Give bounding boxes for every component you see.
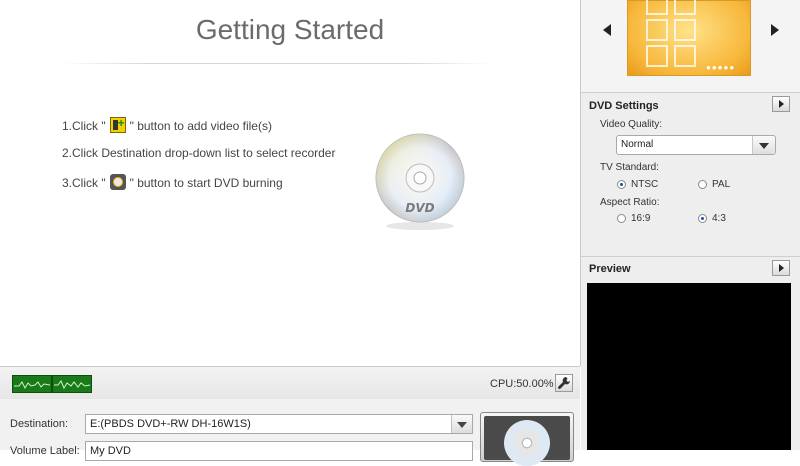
section-divider bbox=[581, 256, 800, 257]
step-1-prefix: 1.Click " bbox=[62, 119, 106, 133]
burn-button[interactable] bbox=[480, 412, 574, 466]
radio-4-3-label: 4:3 bbox=[712, 213, 726, 224]
video-quality-dropdown[interactable]: Normal bbox=[616, 135, 776, 155]
volume-label-label: Volume Label: bbox=[10, 445, 80, 457]
preview-expand-button[interactable] bbox=[772, 260, 790, 276]
preview-screen bbox=[587, 283, 791, 450]
step-2: 2.Click Destination drop-down list to se… bbox=[62, 146, 336, 160]
right-panel: ●●●●● DVD Settings Video Quality: Normal… bbox=[581, 0, 800, 450]
video-quality-label: Video Quality: bbox=[600, 119, 663, 130]
cpu-usage: CPU:50.00% bbox=[490, 378, 554, 390]
burn-disc-icon bbox=[484, 416, 570, 466]
disc-label: DVD bbox=[405, 201, 434, 215]
radio-pal[interactable] bbox=[698, 180, 707, 189]
aspect-ratio-label: Aspect Ratio: bbox=[600, 197, 660, 208]
dvd-settings-expand-button[interactable] bbox=[772, 96, 790, 112]
chevron-down-icon[interactable] bbox=[752, 136, 775, 154]
step-1-suffix: " button to add video file(s) bbox=[129, 119, 272, 133]
page-title: Getting Started bbox=[195, 14, 385, 45]
destination-dropdown[interactable]: E:(PBDS DVD+-RW DH-16W1S) bbox=[85, 414, 473, 434]
radio-ntsc[interactable] bbox=[617, 180, 626, 189]
preview-heading: Preview bbox=[589, 263, 631, 275]
radio-pal-label: PAL bbox=[712, 179, 731, 190]
burn-dvd-icon bbox=[109, 174, 126, 190]
activity-meter-right bbox=[52, 375, 92, 393]
status-bar: CPU:50.00% bbox=[0, 366, 580, 400]
output-settings: Destination: E:(PBDS DVD+-RW DH-16W1S) V… bbox=[0, 399, 580, 466]
destination-value: E:(PBDS DVD+-RW DH-16W1S) bbox=[90, 418, 251, 430]
radio-16-9[interactable] bbox=[617, 214, 626, 223]
settings-tool-button[interactable] bbox=[555, 374, 573, 392]
chevron-down-icon[interactable] bbox=[451, 415, 472, 433]
dvd-disc-icon: DVD bbox=[375, 133, 465, 230]
step-1: 1.Click " " button to add video file(s) bbox=[62, 116, 272, 133]
main-panel: Getting Started 1.Click " " button to add… bbox=[0, 0, 581, 366]
step-3: 3.Click " " button to start DVD burning bbox=[62, 174, 283, 190]
dvd-settings-heading: DVD Settings bbox=[589, 100, 659, 112]
radio-4-3[interactable] bbox=[698, 214, 707, 223]
volume-label-value: My DVD bbox=[90, 445, 131, 457]
wrench-icon bbox=[558, 377, 570, 389]
menu-template-thumbnail[interactable]: ●●●●● bbox=[627, 0, 751, 76]
video-quality-value: Normal bbox=[621, 139, 654, 150]
arrow-left-icon[interactable] bbox=[603, 24, 611, 36]
step-3-suffix: " button to start DVD burning bbox=[129, 176, 283, 190]
add-video-icon bbox=[109, 116, 126, 133]
activity-meter-left bbox=[12, 375, 52, 393]
tv-standard-label: TV Standard: bbox=[600, 162, 659, 173]
arrow-right-icon[interactable] bbox=[771, 24, 779, 36]
title-divider bbox=[62, 63, 492, 64]
destination-label: Destination: bbox=[10, 418, 69, 430]
template-dots-icon: ●●●●● bbox=[706, 63, 736, 72]
radio-ntsc-label: NTSC bbox=[631, 179, 659, 190]
step-3-prefix: 3.Click " bbox=[62, 176, 106, 190]
menu-template-selector: ●●●●● bbox=[581, 0, 800, 93]
radio-16-9-label: 16:9 bbox=[631, 213, 651, 224]
volume-label-input[interactable]: My DVD bbox=[85, 441, 473, 461]
